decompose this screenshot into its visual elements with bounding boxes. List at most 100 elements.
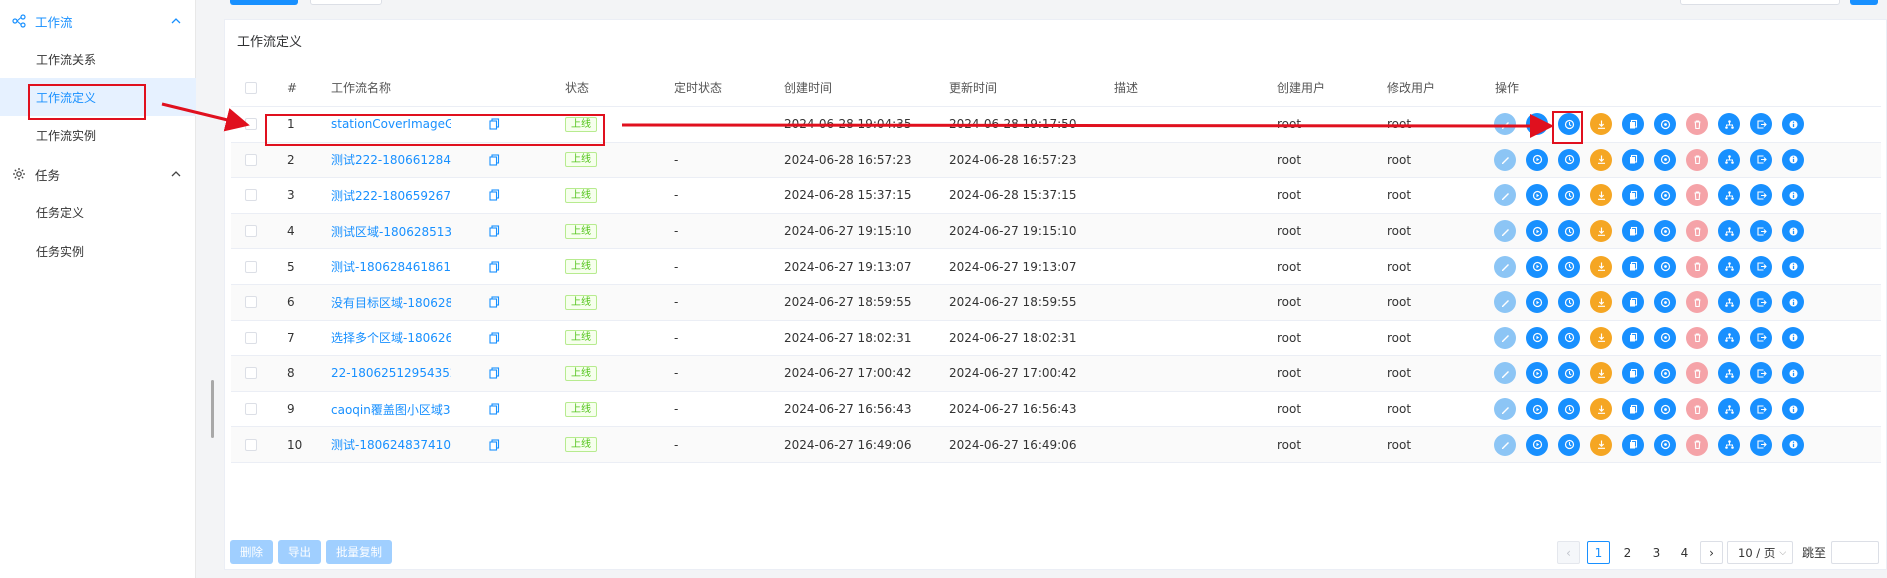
tree-button[interactable]: [1718, 362, 1740, 385]
delete-button[interactable]: [1686, 433, 1708, 456]
version-button[interactable]: [1654, 398, 1676, 421]
workflow-name-link[interactable]: 选择多个区域-180626685...: [331, 321, 451, 356]
version-button[interactable]: [1654, 362, 1676, 385]
version-button[interactable]: [1654, 433, 1676, 456]
run-button[interactable]: [1526, 326, 1548, 349]
edit-button[interactable]: [1494, 148, 1516, 171]
tree-button[interactable]: [1718, 113, 1740, 136]
workflow-name-link[interactable]: 测试-1806284618618507...: [331, 249, 451, 284]
download-button[interactable]: [1590, 113, 1612, 136]
export-button[interactable]: [1750, 184, 1772, 207]
version-button[interactable]: [1654, 291, 1676, 314]
page-2[interactable]: 2: [1616, 541, 1639, 564]
version-button[interactable]: [1654, 326, 1676, 349]
copy-name-icon[interactable]: [489, 189, 500, 202]
row-checkbox[interactable]: [245, 438, 257, 451]
row-checkbox[interactable]: [245, 403, 257, 416]
timing-button[interactable]: [1558, 326, 1580, 349]
page-size-select[interactable]: 10 / 页 ⌵: [1727, 541, 1793, 564]
export-button[interactable]: [1750, 113, 1772, 136]
download-button[interactable]: [1590, 220, 1612, 243]
tree-button[interactable]: [1718, 291, 1740, 314]
export-button[interactable]: [1750, 433, 1772, 456]
sidebar-item-task-instance[interactable]: 任务实例: [0, 232, 196, 270]
info-button[interactable]: [1782, 291, 1804, 314]
delete-button[interactable]: [1686, 184, 1708, 207]
prev-page-button[interactable]: ‹: [1557, 541, 1580, 564]
copy-button[interactable]: [1622, 398, 1644, 421]
copy-button[interactable]: [1622, 291, 1644, 314]
download-button[interactable]: [1590, 184, 1612, 207]
delete-button[interactable]: [1686, 113, 1708, 136]
search-button[interactable]: [1850, 0, 1878, 5]
info-button[interactable]: [1782, 362, 1804, 385]
download-button[interactable]: [1590, 398, 1612, 421]
export-button[interactable]: [1750, 291, 1772, 314]
tree-button[interactable]: [1718, 326, 1740, 349]
export-button[interactable]: [1750, 398, 1772, 421]
info-button[interactable]: [1782, 184, 1804, 207]
copy-button[interactable]: [1622, 255, 1644, 278]
export-button[interactable]: [1750, 362, 1772, 385]
download-button[interactable]: [1590, 255, 1612, 278]
delete-button[interactable]: [1686, 362, 1708, 385]
delete-button[interactable]: [1686, 255, 1708, 278]
row-checkbox[interactable]: [245, 296, 257, 309]
copy-button[interactable]: [1622, 433, 1644, 456]
version-button[interactable]: [1654, 148, 1676, 171]
menu-group-workflow[interactable]: 工作流: [0, 2, 196, 40]
row-checkbox[interactable]: [245, 225, 257, 238]
tree-button[interactable]: [1718, 398, 1740, 421]
edit-button[interactable]: [1494, 433, 1516, 456]
info-button[interactable]: [1782, 433, 1804, 456]
batch-copy-button[interactable]: 批量复制: [326, 540, 392, 564]
edit-button[interactable]: [1494, 362, 1516, 385]
version-button[interactable]: [1654, 255, 1676, 278]
run-button[interactable]: [1526, 362, 1548, 385]
copy-name-icon[interactable]: [489, 439, 500, 451]
copy-button[interactable]: [1622, 113, 1644, 136]
run-button[interactable]: [1526, 255, 1548, 278]
download-button[interactable]: [1590, 326, 1612, 349]
page-4[interactable]: 4: [1673, 541, 1696, 564]
info-button[interactable]: [1782, 220, 1804, 243]
run-button[interactable]: [1526, 398, 1548, 421]
row-checkbox[interactable]: [245, 153, 257, 166]
row-checkbox[interactable]: [245, 260, 257, 273]
run-button[interactable]: [1526, 113, 1548, 136]
copy-name-icon[interactable]: [489, 332, 500, 344]
export-button[interactable]: [1750, 148, 1772, 171]
workflow-name-link[interactable]: 测试区域-180628513336...: [331, 214, 451, 249]
search-input[interactable]: [1680, 0, 1840, 5]
copy-button[interactable]: [1622, 362, 1644, 385]
edit-button[interactable]: [1494, 398, 1516, 421]
run-button[interactable]: [1526, 291, 1548, 314]
next-page-button[interactable]: ›: [1700, 541, 1723, 564]
tree-button[interactable]: [1718, 255, 1740, 278]
download-button[interactable]: [1590, 148, 1612, 171]
copy-name-icon[interactable]: [489, 225, 500, 237]
run-button[interactable]: [1526, 184, 1548, 207]
sidebar-item-workflow-relation[interactable]: 工作流关系: [0, 40, 196, 78]
create-button[interactable]: [230, 0, 298, 5]
version-button[interactable]: [1654, 184, 1676, 207]
run-button[interactable]: [1526, 433, 1548, 456]
page-1[interactable]: 1: [1587, 541, 1610, 564]
timing-button[interactable]: [1558, 433, 1580, 456]
delete-button[interactable]: [1686, 398, 1708, 421]
run-button[interactable]: [1526, 148, 1548, 171]
info-button[interactable]: [1782, 148, 1804, 171]
edit-button[interactable]: [1494, 113, 1516, 136]
info-button[interactable]: [1782, 113, 1804, 136]
copy-button[interactable]: [1622, 326, 1644, 349]
timing-button[interactable]: [1558, 398, 1580, 421]
copy-name-icon[interactable]: [489, 403, 500, 415]
workflow-name-link[interactable]: 测试222-1806612848445...: [331, 143, 451, 178]
edit-button[interactable]: [1494, 184, 1516, 207]
workflow-name-link[interactable]: 测试-1806248374102528...: [331, 427, 451, 462]
copy-button[interactable]: [1622, 184, 1644, 207]
jump-page-input[interactable]: [1831, 541, 1879, 564]
edit-button[interactable]: [1494, 291, 1516, 314]
timing-button[interactable]: [1558, 220, 1580, 243]
workflow-name-link[interactable]: 没有目标区域-180628129...: [331, 285, 451, 320]
